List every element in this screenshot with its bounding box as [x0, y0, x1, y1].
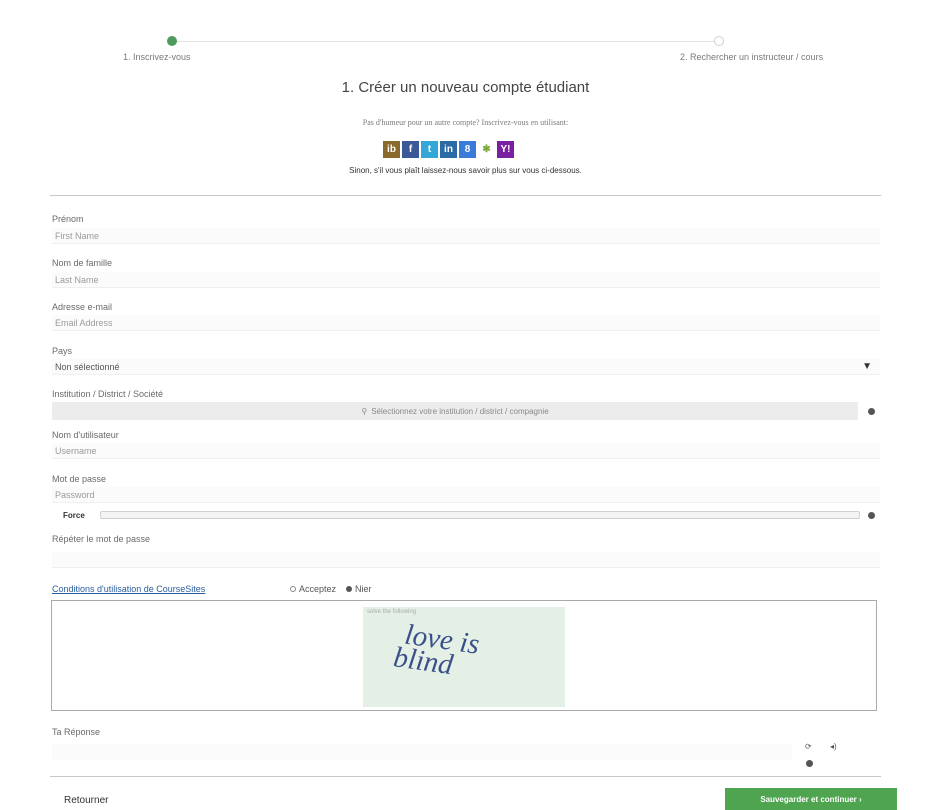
step-2-indicator [714, 36, 724, 46]
radio-circle-icon [346, 586, 353, 592]
linkedin-icon[interactable]: in [440, 141, 457, 158]
header-divider [50, 195, 881, 196]
step-1-label: 1. Inscrivez-vous [123, 52, 191, 62]
last-name-label: Nom de famille [52, 258, 113, 268]
captcha-container: solve the following love is blind [51, 600, 877, 711]
password-label: Mot de passe [52, 474, 107, 484]
signup-stepper: 1. Inscrivez-vous 2. Rechercher un instr… [110, 32, 880, 72]
page-title: 1. Créer un nouveau compte étudiant [341, 79, 590, 96]
username-input[interactable]: Username [52, 443, 880, 459]
form-intro-text: Sinon, s'il vous plaît laissez-nous savo… [349, 166, 582, 175]
radio-circle-icon [290, 586, 296, 592]
step-1-indicator [167, 36, 177, 46]
social-signup-prompt: Pas d'humeur pour un autre compte? Inscr… [362, 118, 569, 127]
first-name-input[interactable]: First Name [52, 228, 880, 244]
first-name-label: Prénom [52, 214, 84, 224]
chevron-down-icon: ▼ [862, 361, 872, 372]
country-label: Pays [52, 346, 73, 356]
windows-live-icon[interactable]: ✱ [478, 141, 495, 158]
password-strength-label: Force [63, 511, 85, 520]
accept-radio[interactable]: Acceptez [290, 584, 336, 594]
terms-of-use-link[interactable]: Conditions d'utilisation de CourseSites [52, 584, 205, 594]
audio-icon[interactable]: ◂) [830, 742, 837, 751]
twitter-icon[interactable]: t [421, 141, 438, 158]
step-2-label: 2. Rechercher un instructeur / cours [680, 52, 824, 62]
accept-label: Acceptez [299, 584, 337, 594]
country-selected-value: Non sélectionné [55, 361, 120, 372]
stepper-line [172, 41, 720, 42]
captcha-answer-input[interactable] [52, 744, 792, 760]
institution-placeholder: Sélectionnez votre institution / distric… [371, 406, 549, 416]
info-icon[interactable] [868, 512, 875, 519]
back-button[interactable]: Retourner [64, 795, 108, 806]
facebook-icon[interactable]: f [402, 141, 419, 158]
captcha-image: solve the following love is blind [363, 607, 565, 707]
captcha-text: love is blind [392, 619, 482, 682]
ib-icon[interactable]: ib [383, 141, 400, 158]
captcha-answer-label: Ta Réponse [52, 727, 101, 737]
username-label: Nom d'utilisateur [52, 430, 119, 440]
captcha-instruction: solve the following [367, 609, 417, 615]
repeat-password-input[interactable] [52, 552, 880, 568]
google-icon[interactable]: 8 [459, 141, 476, 158]
institution-select[interactable]: ⚲ Sélectionnez votre institution / distr… [52, 402, 858, 420]
terms-radio-group: Acceptez Nier [290, 584, 372, 594]
last-name-input[interactable]: Last Name [52, 272, 880, 288]
country-select[interactable]: Non sélectionné ▼ [52, 359, 880, 375]
deny-radio[interactable]: Nier [346, 584, 372, 594]
social-login-buttons: ib f t in 8 ✱ Y! [383, 141, 514, 158]
yahoo-icon[interactable]: Y! [497, 141, 514, 158]
info-icon[interactable] [868, 408, 875, 415]
password-input[interactable]: Password [52, 487, 880, 503]
deny-label: Nier [355, 584, 372, 594]
footer-divider [50, 776, 881, 777]
institution-label: Institution / District / Société [52, 389, 164, 399]
email-input[interactable]: Email Address [52, 315, 880, 331]
search-icon: ⚲ [361, 406, 368, 416]
email-label: Adresse e-mail [52, 302, 113, 312]
repeat-password-label: Répéter le mot de passe [52, 534, 151, 544]
help-icon[interactable] [806, 760, 813, 767]
refresh-icon[interactable]: ⟳ [805, 742, 812, 751]
save-and-continue-button[interactable]: Sauvegarder et continuer › [725, 788, 897, 810]
password-strength-bar [100, 511, 860, 519]
